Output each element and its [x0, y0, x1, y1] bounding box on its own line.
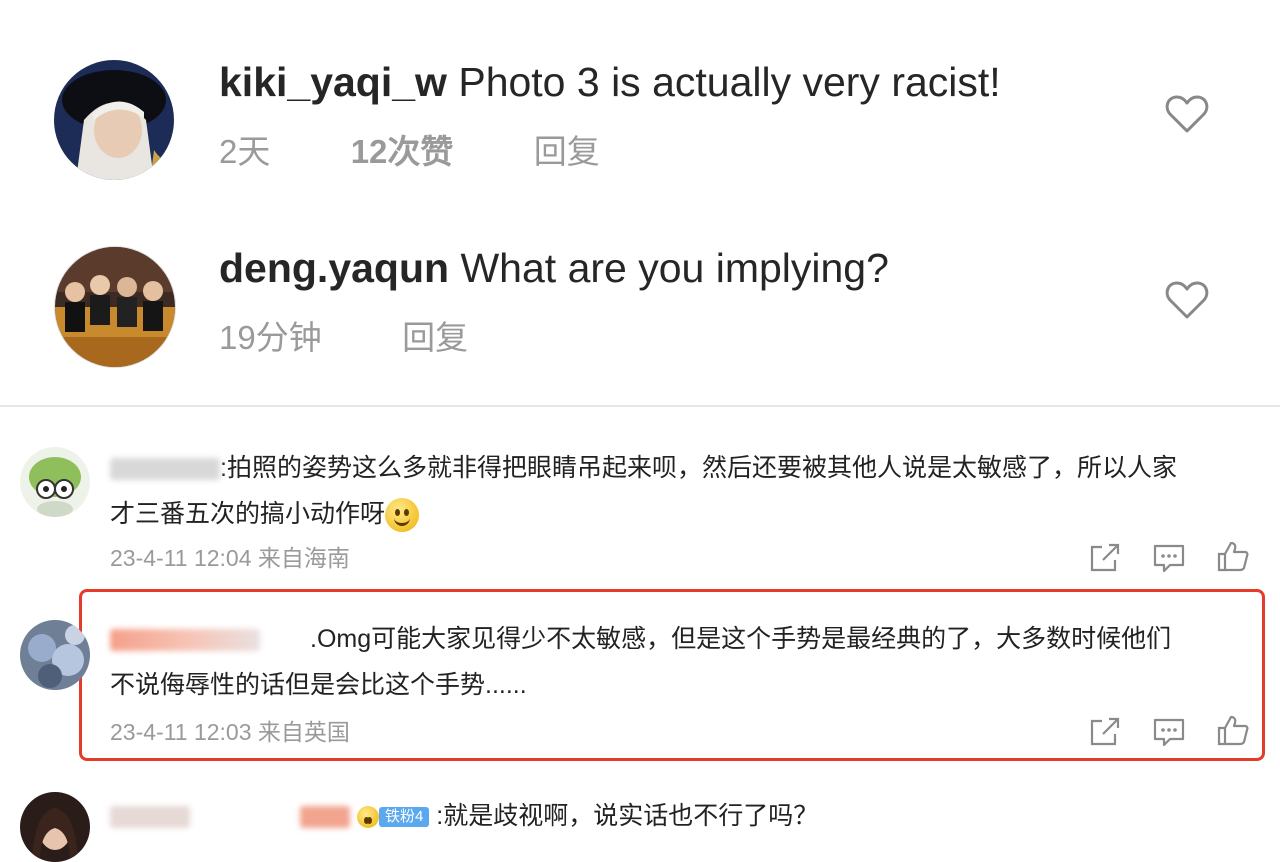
- weibo-comment-1-text: :拍照的姿势这么多就非得把眼睛吊起来呗，然后还要被其他人说是太敏感了，所以人家: [220, 454, 1177, 482]
- comment-username-2[interactable]: deng.yaqun: [219, 245, 449, 291]
- weibo-comment-3-text: :就是歧视啊，说实话也不行了吗？: [436, 802, 819, 830]
- comment-body-1: Photo 3 is actually very racist!: [458, 59, 1001, 105]
- comment-icon[interactable]: [1152, 542, 1186, 574]
- weibo-comment-2-line2: 不说侮辱性的话但是会比这个手势......: [110, 671, 527, 699]
- comment-meta-1: 2天 12次赞 回复: [219, 132, 600, 172]
- weibo-comment-1-meta: 23-4-11 12:04 来自海南: [110, 545, 350, 571]
- weibo-comment-1-line2: 才三番五次的搞小动作呀: [110, 493, 420, 535]
- reply-button-1[interactable]: 回复: [534, 133, 600, 170]
- comment-meta-2: 19分钟 回复: [219, 318, 468, 358]
- weibo-comment-3-line1: 铁粉4 :就是歧视啊，说实话也不行了吗？: [110, 795, 818, 837]
- weibo-comment-2-text: .Omg可能大家见得少不太敏感，但是这个手势是最经典的了，大多数时候他们: [310, 625, 1172, 653]
- reply-button-2[interactable]: 回复: [402, 319, 468, 356]
- heart-icon[interactable]: [1165, 94, 1209, 134]
- weibo-comment-1-text2: 才三番五次的搞小动作呀: [110, 500, 386, 528]
- comment-likes-1[interactable]: 12次赞: [351, 133, 454, 170]
- share-icon[interactable]: [1088, 542, 1122, 574]
- avatar-weibo-3[interactable]: [20, 792, 90, 862]
- fan-badge-icon: [356, 806, 379, 829]
- avatar-deng[interactable]: [54, 246, 176, 368]
- heart-icon[interactable]: [1165, 280, 1209, 320]
- comment-body-2: What are you implying?: [460, 245, 889, 291]
- comment-icon[interactable]: [1152, 716, 1186, 748]
- smile-emoji: [385, 498, 420, 533]
- comment-username-1[interactable]: kiki_yaqi_w: [219, 59, 447, 105]
- weibo-comment-2-line1: .Omg可能大家见得少不太敏感，但是这个手势是最经典的了，大多数时候他们: [110, 618, 1171, 660]
- comment-text-2: deng.yaqun What are you implying?: [219, 244, 889, 292]
- redacted-username: [300, 806, 350, 829]
- comment-text-1: kiki_yaqi_w Photo 3 is actually very rac…: [219, 58, 1001, 106]
- thumbs-up-icon[interactable]: [1216, 540, 1250, 572]
- redacted-username: [110, 629, 260, 652]
- avatar-weibo-2[interactable]: [20, 620, 90, 690]
- redacted-username: [110, 458, 220, 481]
- weibo-comment-2-meta: 23-4-11 12:03 来自英国: [110, 719, 350, 745]
- comment-time-2: 19分钟: [219, 319, 322, 356]
- avatar-weibo-1[interactable]: [20, 447, 90, 517]
- fan-badge: 铁粉4: [378, 807, 430, 828]
- thumbs-up-icon[interactable]: [1216, 714, 1250, 746]
- comment-time-1: 2天: [219, 133, 271, 170]
- share-icon[interactable]: [1088, 716, 1122, 748]
- redacted-username: [110, 806, 190, 829]
- avatar-kiki[interactable]: [54, 60, 174, 180]
- section-divider: [0, 405, 1280, 407]
- weibo-comment-1-line1: :拍照的姿势这么多就非得把眼睛吊起来呗，然后还要被其他人说是太敏感了，所以人家: [110, 447, 1177, 489]
